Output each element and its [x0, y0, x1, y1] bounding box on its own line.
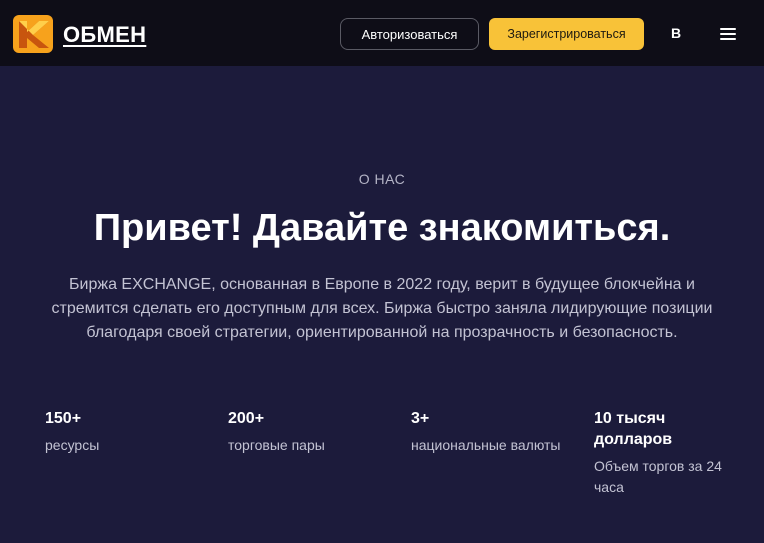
stat-value: 10 тысяч долларов	[594, 410, 673, 448]
register-button[interactable]: Зарегистрироваться	[489, 18, 644, 50]
stat-value: 3+	[411, 410, 430, 427]
hamburger-menu-icon[interactable]	[718, 26, 738, 42]
stat-volume: 10 тысяч долларов Объем торгов за 24 час…	[594, 408, 724, 498]
stat-label: ресурсы	[45, 437, 100, 453]
brand-name-link[interactable]: ОБМЕН	[63, 22, 146, 48]
brand-logo-icon[interactable]	[13, 15, 53, 53]
stat-trading-pairs: 200+ торговые пары	[228, 408, 378, 456]
login-button[interactable]: Авторизоваться	[340, 18, 479, 50]
page-title: Привет! Давайте знакомиться.	[93, 207, 671, 249]
stat-value: 200+	[228, 410, 265, 427]
stat-label: национальные валюты	[411, 437, 561, 453]
section-eyebrow: О НАС	[358, 171, 406, 187]
stat-label: Объем торгов за 24 часа	[594, 458, 722, 495]
top-navigation-bar: ОБМЕН Авторизоваться Зарегистрироваться …	[0, 0, 764, 66]
stat-label: торговые пары	[228, 437, 325, 453]
about-description: Биржа EXCHANGE, основанная в Европе в 20…	[51, 276, 713, 341]
stat-value: 150+	[45, 410, 82, 427]
stat-resources: 150+ ресурсы	[45, 408, 195, 456]
language-switcher[interactable]: B	[666, 25, 686, 43]
stat-currencies: 3+ национальные валюты	[411, 408, 561, 456]
